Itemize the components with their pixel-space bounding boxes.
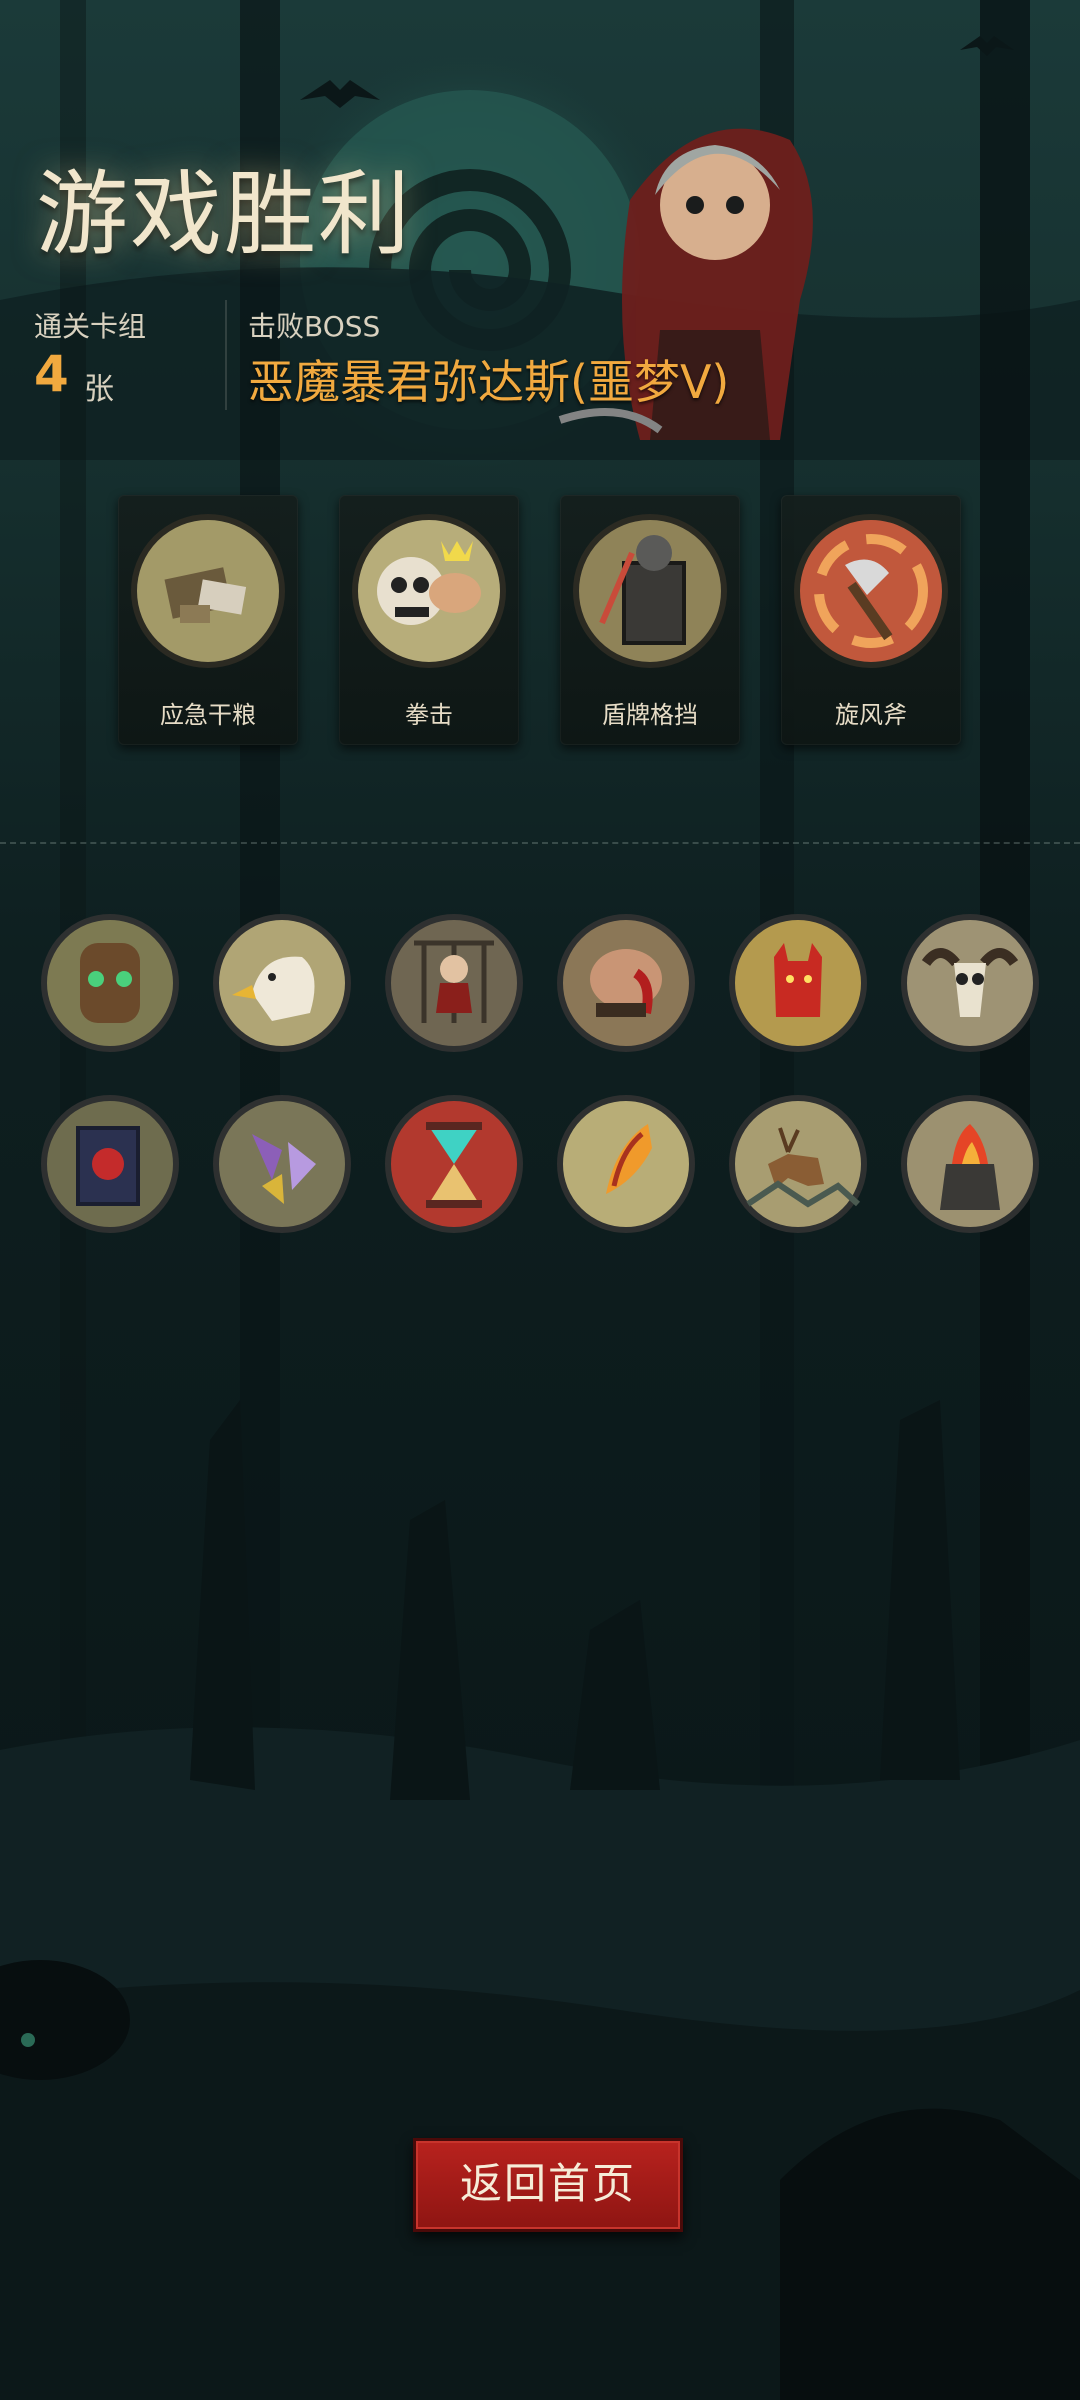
card-name: 旋风斧: [835, 701, 907, 729]
deck-unit: 张: [84, 372, 114, 407]
whirlwind-axe-icon: [794, 514, 948, 668]
fire-feather-icon[interactable]: [556, 1094, 696, 1234]
card-shield-block[interactable]: 盾牌格挡: [560, 495, 740, 745]
card-ration[interactable]: 应急干粮: [118, 495, 298, 745]
hourglass-icon[interactable]: [384, 1094, 524, 1234]
deck-label: 通关卡组: [34, 310, 147, 343]
eagle-icon[interactable]: [212, 913, 352, 1053]
return-home-button[interactable]: 返回首页: [413, 2138, 683, 2232]
card-punch[interactable]: 拳击: [339, 495, 519, 745]
wooden-mask-icon[interactable]: [40, 913, 180, 1053]
flame-altar-icon[interactable]: [900, 1094, 1040, 1234]
horned-skull-icon[interactable]: [900, 913, 1040, 1053]
card-whirlwind-axe[interactable]: 旋风斧: [781, 495, 961, 745]
stat-divider: [225, 300, 227, 410]
card-name: 应急干粮: [160, 701, 256, 729]
bloody-fist-icon[interactable]: [556, 913, 696, 1053]
deer-icon[interactable]: [728, 1094, 868, 1234]
boss-label: 击败BOSS: [248, 310, 381, 343]
punch-icon: [352, 514, 506, 668]
section-divider: [0, 842, 1080, 844]
purple-shards-icon[interactable]: [212, 1094, 352, 1234]
ration-icon: [131, 514, 285, 668]
card-name: 拳击: [405, 701, 453, 729]
boss-name: 恶魔暴君弥达斯(噩梦V): [248, 355, 730, 409]
victory-title: 游戏胜利: [36, 161, 413, 268]
card-name: 盾牌格挡: [602, 701, 698, 729]
deck-count: 4: [34, 345, 69, 403]
caged-girl-icon[interactable]: [384, 913, 524, 1053]
red-book-icon[interactable]: [40, 1094, 180, 1234]
shield-block-icon: [573, 514, 727, 668]
red-demon-icon[interactable]: [728, 913, 868, 1053]
